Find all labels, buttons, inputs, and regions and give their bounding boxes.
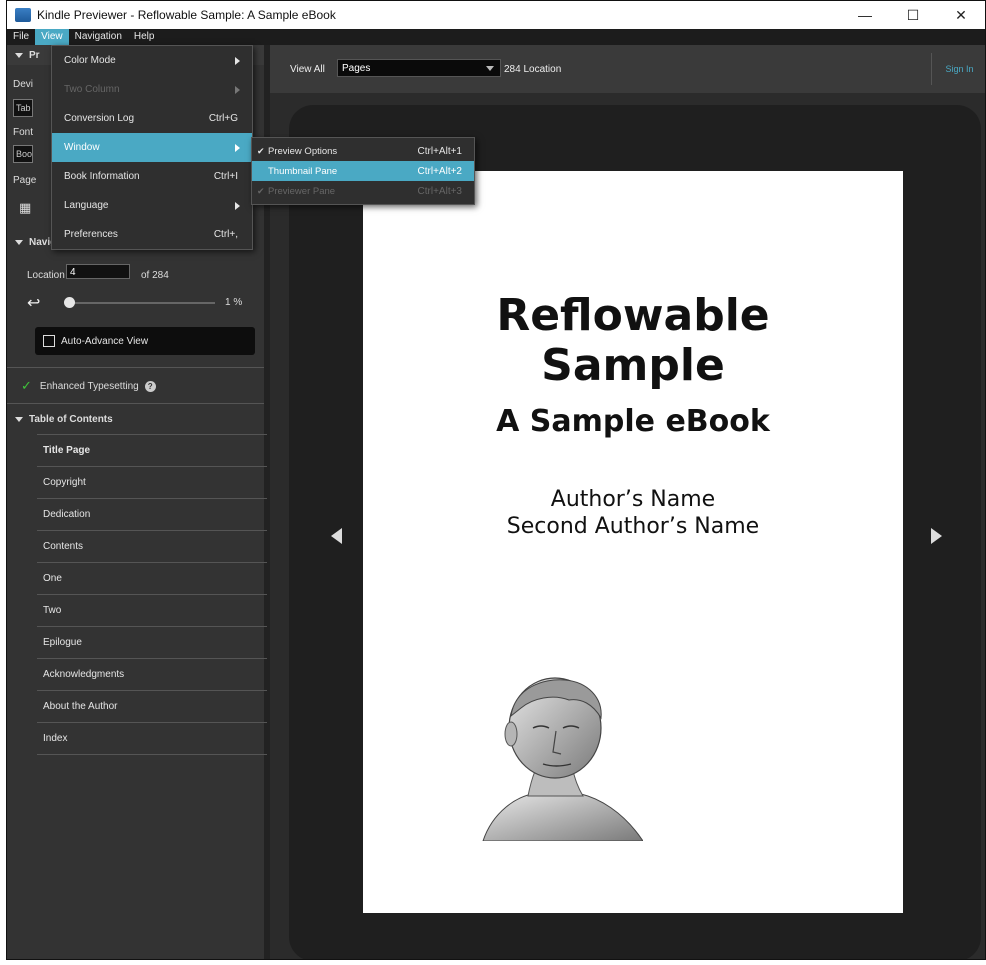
toc-item-title-page[interactable]: Title Page — [37, 435, 267, 467]
shortcut-label: Ctrl+G — [208, 113, 238, 124]
submenu-arrow-icon — [235, 144, 240, 152]
menu-item-conversion-log[interactable]: Conversion Log Ctrl+G — [52, 104, 252, 133]
submenu-arrow-icon — [235, 202, 240, 210]
menu-file[interactable]: File — [7, 29, 35, 45]
menu-item-label: Conversion Log — [64, 113, 135, 124]
device-label: Devi — [13, 79, 34, 90]
menu-item-label: Color Mode — [64, 55, 116, 66]
toc-item-two[interactable]: Two — [37, 595, 267, 627]
location-slider-track[interactable] — [67, 302, 215, 304]
checkmark-icon: ✔ — [257, 185, 265, 196]
shortcut-label: Ctrl+I — [213, 171, 238, 182]
menu-bar: File View Navigation Help — [7, 29, 985, 45]
window-submenu: ✔ Preview Options Ctrl+Alt+1 Thumbnail P… — [251, 137, 475, 205]
collapse-triangle-icon — [15, 416, 23, 422]
font-select[interactable]: Boo — [13, 145, 33, 163]
font-label: Font — [13, 127, 34, 138]
menu-item-book-information[interactable]: Book Information Ctrl+I — [52, 162, 252, 191]
menu-item-previewer-pane: ✔ Previewer Pane Ctrl+Alt+3 — [252, 181, 474, 201]
book-title-line1: Reflowable — [496, 290, 770, 341]
toc-section-header[interactable]: Table of Contents — [7, 409, 264, 429]
location-total: of 284 — [141, 270, 169, 281]
back-arrow-icon[interactable]: ↩ — [27, 293, 40, 313]
view-all-label: View All — [290, 64, 325, 75]
checkmark-icon: ✓ — [21, 378, 32, 393]
shortcut-label: Ctrl+, — [213, 229, 238, 240]
menu-item-thumbnail-pane[interactable]: Thumbnail Pane Ctrl+Alt+2 — [252, 161, 474, 181]
auto-advance-button[interactable]: Auto-Advance View — [35, 327, 255, 355]
grid-view-icon[interactable]: ▦ — [19, 200, 31, 216]
submenu-arrow-icon — [235, 57, 240, 65]
shortcut-label: Ctrl+Alt+2 — [417, 165, 462, 177]
kindle-app-icon — [15, 8, 31, 22]
minimize-button[interactable]: — — [841, 1, 889, 29]
page-label: Page — [13, 175, 37, 186]
toc-item-copyright[interactable]: Copyright — [37, 467, 267, 499]
device-select[interactable]: Tab — [13, 99, 33, 117]
book-title: Reflowable Sample — [363, 291, 903, 391]
location-input[interactable]: 4 — [66, 264, 130, 279]
preview-section-label: Pr — [29, 49, 40, 61]
toc-item-epilogue[interactable]: Epilogue — [37, 627, 267, 659]
book-title-line2: Sample — [541, 340, 725, 391]
close-button[interactable]: ✕ — [937, 1, 985, 29]
menu-item-label: Preview Options — [268, 145, 338, 157]
menu-item-label: Book Information — [64, 171, 140, 182]
window-title: Kindle Previewer - Reflowable Sample: A … — [37, 8, 336, 22]
view-mode-value: Pages — [342, 63, 371, 74]
menu-item-label: Previewer Pane — [268, 185, 336, 197]
location-slider-knob[interactable] — [64, 297, 76, 308]
shortcut-label: Ctrl+Alt+1 — [417, 145, 462, 157]
shortcut-label: Ctrl+Alt+3 — [417, 185, 462, 197]
menu-item-preview-options[interactable]: ✔ Preview Options Ctrl+Alt+1 — [252, 141, 474, 161]
collapse-triangle-icon — [15, 52, 23, 58]
menu-item-label: Language — [64, 200, 109, 211]
second-author-name: Second Author’s Name — [506, 514, 760, 539]
toc-section-label: Table of Contents — [29, 413, 113, 425]
menu-item-language[interactable]: Language — [52, 191, 252, 220]
location-count: 284 Location — [504, 64, 562, 75]
help-icon[interactable]: ? — [144, 380, 156, 392]
auto-advance-label: Auto-Advance View — [61, 335, 149, 347]
toc-item-acknowledgments[interactable]: Acknowledgments — [37, 659, 267, 691]
main-toolbar: View All Pages 284 Location Sign In — [270, 45, 985, 93]
app-window: Kindle Previewer - Reflowable Sample: A … — [6, 0, 986, 960]
menu-item-label: Two Column — [64, 84, 120, 95]
author-bust-image — [482, 677, 643, 841]
title-bar: Kindle Previewer - Reflowable Sample: A … — [7, 1, 985, 29]
toc-item-about-the-author[interactable]: About the Author — [37, 691, 267, 723]
toc-item-one[interactable]: One — [37, 563, 267, 595]
enhanced-typesetting-row: ✓ Enhanced Typesetting ? — [21, 378, 156, 394]
book-page: Reflowable Sample A Sample eBook Author’… — [363, 171, 903, 913]
menu-item-preferences[interactable]: Preferences Ctrl+, — [52, 220, 252, 249]
menu-item-label: Window — [64, 142, 100, 153]
auto-advance-icon — [43, 335, 55, 347]
book-subtitle: A Sample eBook — [496, 404, 770, 439]
submenu-arrow-icon — [235, 86, 240, 94]
menu-item-label: Thumbnail Pane — [268, 165, 338, 177]
previous-page-arrow-icon[interactable] — [331, 528, 342, 544]
progress-percent: 1 % — [225, 297, 243, 308]
view-mode-select[interactable]: Pages — [337, 59, 501, 77]
toc-item-index[interactable]: Index — [37, 723, 267, 755]
view-menu-dropdown: Color Mode Two Column Conversion Log Ctr… — [51, 45, 253, 250]
next-page-arrow-icon[interactable] — [931, 528, 942, 544]
menu-item-window[interactable]: Window — [52, 133, 252, 162]
menu-item-label: Preferences — [64, 229, 118, 240]
toc-item-contents[interactable]: Contents — [37, 531, 267, 563]
menu-item-two-column: Two Column — [52, 75, 252, 104]
chevron-down-icon — [486, 66, 494, 71]
menu-item-color-mode[interactable]: Color Mode — [52, 46, 252, 75]
author-name: Author’s Name — [550, 487, 716, 512]
location-label: Location — [27, 270, 65, 281]
menu-navigation[interactable]: Navigation — [69, 29, 128, 45]
menu-help[interactable]: Help — [128, 29, 161, 45]
collapse-triangle-icon — [15, 239, 23, 245]
menu-view[interactable]: View — [35, 29, 69, 45]
toc-item-dedication[interactable]: Dedication — [37, 499, 267, 531]
enhanced-typesetting-label: Enhanced Typesetting — [39, 380, 139, 392]
maximize-button[interactable]: ☐ — [889, 1, 937, 29]
sign-in-link[interactable]: Sign In — [931, 53, 985, 85]
checkmark-icon: ✔ — [257, 145, 265, 156]
